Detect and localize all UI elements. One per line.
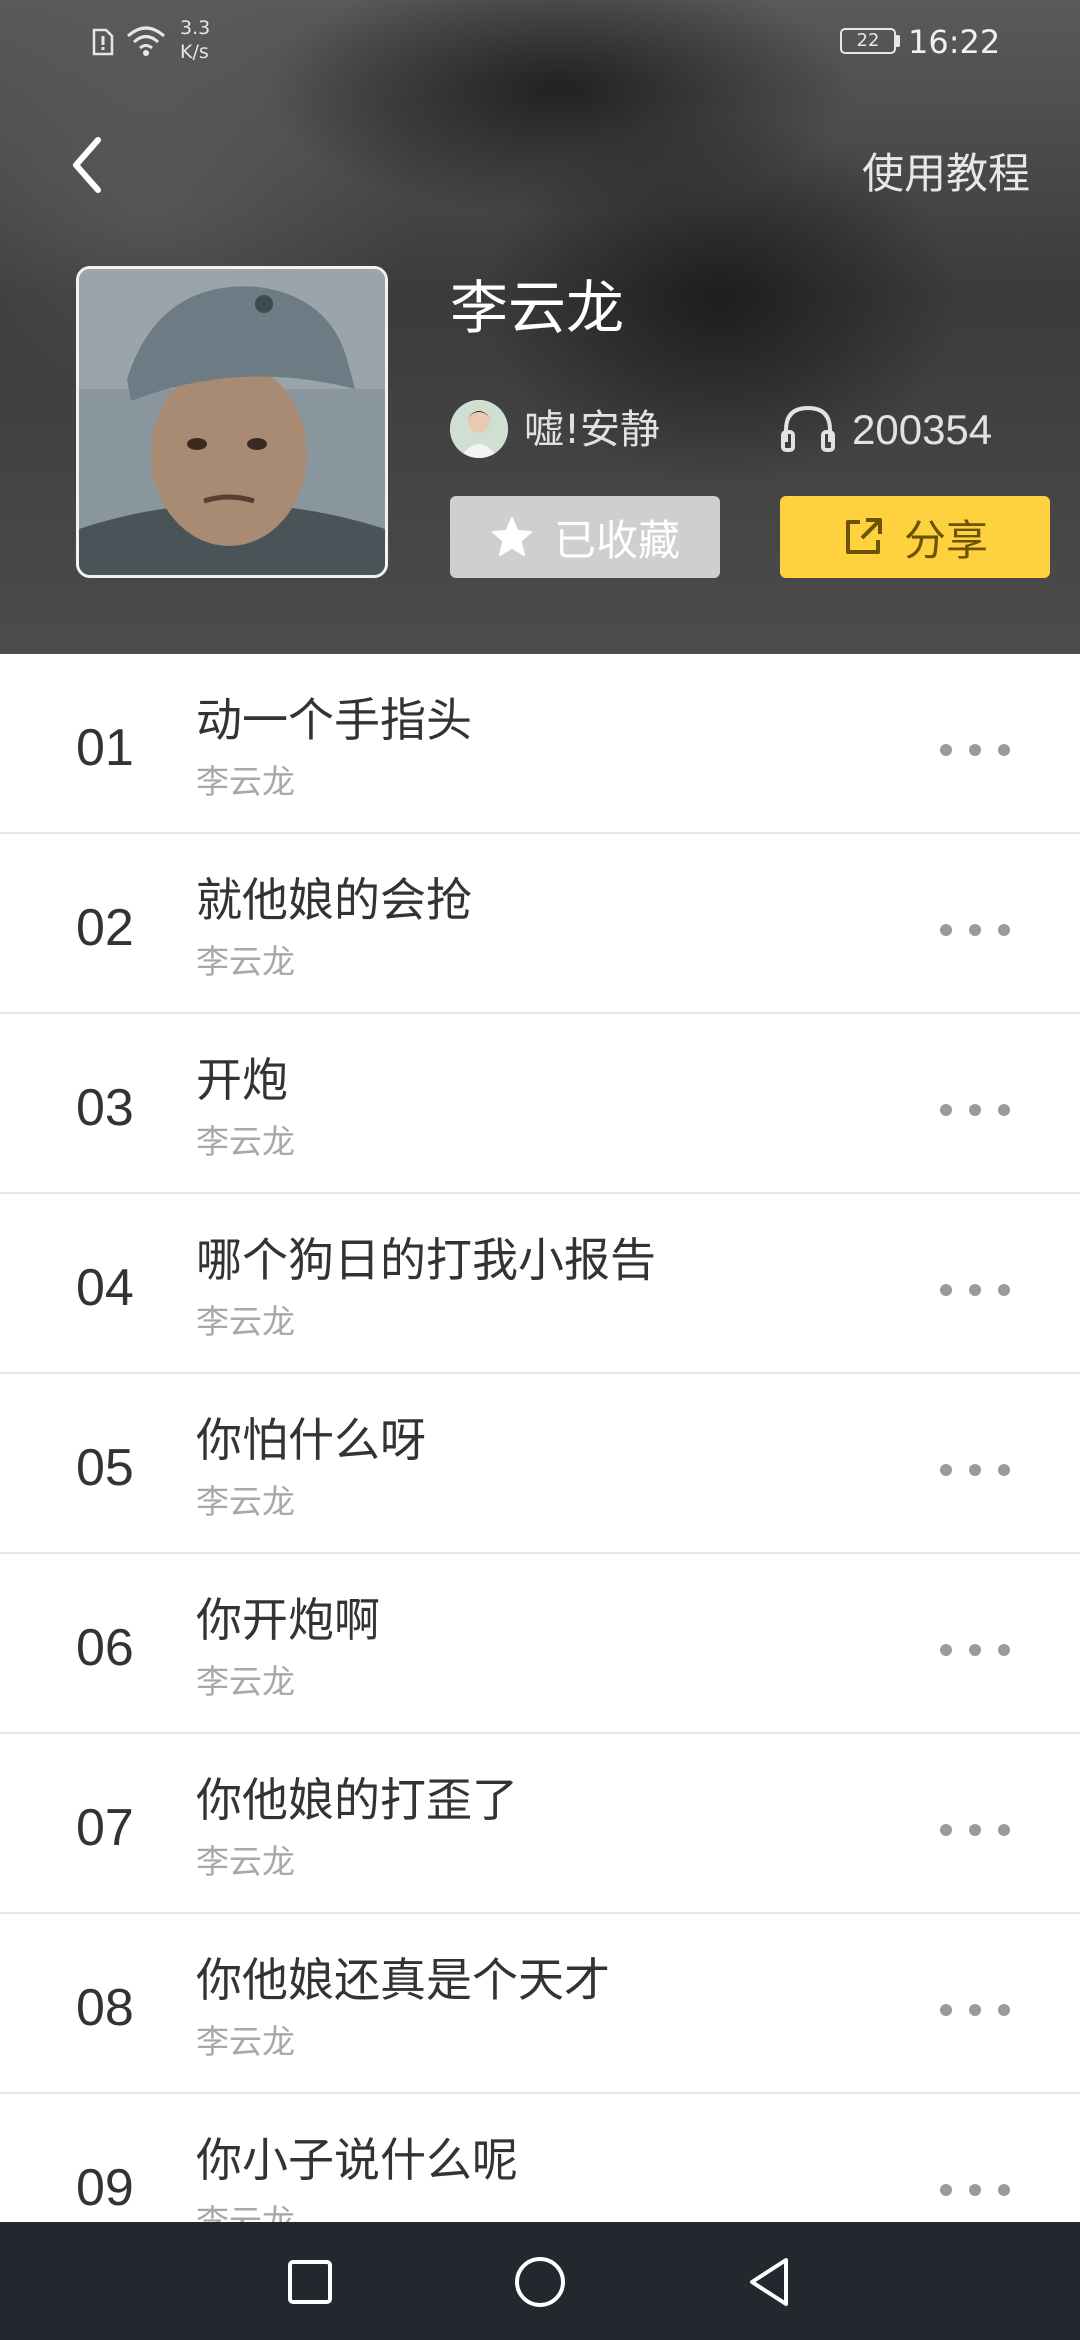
track-row[interactable]: 07 你他娘的打歪了 李云龙 xyxy=(0,1734,1080,1914)
track-row[interactable]: 02 就他娘的会抢 李云龙 xyxy=(0,834,1080,1014)
battery-cap xyxy=(896,35,900,47)
track-row[interactable]: 09 你小子说什么呢 李云龙 xyxy=(0,2094,1080,2222)
track-row[interactable]: 08 你他娘还真是个天才 李云龙 xyxy=(0,1914,1080,2094)
track-number: 04 xyxy=(76,1259,134,1317)
triangle-back-icon[interactable] xyxy=(740,2252,800,2312)
more-options-icon[interactable] xyxy=(940,730,1010,770)
track-artist: 李云龙 xyxy=(196,942,295,981)
track-title: 就他娘的会抢 xyxy=(196,873,472,927)
track-artist: 李云龙 xyxy=(196,2202,295,2222)
track-title: 你他娘还真是个天才 xyxy=(196,1953,610,2007)
wifi-icon xyxy=(127,26,165,56)
track-title: 你怕什么呀 xyxy=(196,1413,426,1467)
track-number: 01 xyxy=(76,719,134,777)
system-navigation-bar xyxy=(0,2222,1080,2340)
track-title: 你他娘的打歪了 xyxy=(196,1773,518,1827)
track-artist: 李云龙 xyxy=(196,762,295,801)
track-number: 08 xyxy=(76,1979,134,2037)
playlist-header: 3.3 K/s 22 16:22 使用教程 李云龙 嘘!安静 200354 已收… xyxy=(0,0,1080,654)
track-artist: 李云龙 xyxy=(196,1482,295,1521)
track-artist: 李云龙 xyxy=(196,1302,295,1341)
track-number: 06 xyxy=(76,1619,134,1677)
status-time: 16:22 xyxy=(908,23,1001,61)
track-title: 你小子说什么呢 xyxy=(196,2133,518,2187)
playlist-title: 李云龙 xyxy=(450,274,625,342)
track-artist: 李云龙 xyxy=(196,2022,295,2061)
share-button[interactable]: 分享 xyxy=(780,496,1050,578)
cover-portrait-illustration xyxy=(79,269,385,575)
track-number: 09 xyxy=(76,2159,134,2217)
author-avatar[interactable] xyxy=(450,400,508,458)
favorited-button[interactable]: 已收藏 xyxy=(450,496,720,578)
track-title: 动一个手指头 xyxy=(196,693,472,747)
track-row[interactable]: 04 哪个狗日的打我小报告 李云龙 xyxy=(0,1194,1080,1374)
track-artist: 李云龙 xyxy=(196,1122,295,1161)
more-options-icon[interactable] xyxy=(940,1270,1010,1310)
track-title: 哪个狗日的打我小报告 xyxy=(196,1233,656,1287)
track-row[interactable]: 05 你怕什么呀 李云龙 xyxy=(0,1374,1080,1554)
circle-home-icon[interactable] xyxy=(510,2252,570,2312)
avatar-illustration xyxy=(450,400,508,458)
network-speed-value: 3.3 xyxy=(180,17,211,39)
more-options-icon[interactable] xyxy=(940,1630,1010,1670)
more-options-icon[interactable] xyxy=(940,1810,1010,1850)
track-title: 开炮 xyxy=(196,1053,288,1107)
status-bar: 3.3 K/s 22 16:22 xyxy=(0,0,1080,84)
share-button-label: 分享 xyxy=(903,515,988,565)
track-title: 你开炮啊 xyxy=(196,1593,380,1647)
tutorial-link[interactable]: 使用教程 xyxy=(862,140,1030,201)
track-list: 01 动一个手指头 李云龙 02 就他娘的会抢 李云龙 03 开炮 李云龙 04… xyxy=(0,654,1080,2222)
square-recents-icon[interactable] xyxy=(280,2252,340,2312)
track-row[interactable]: 01 动一个手指头 李云龙 xyxy=(0,654,1080,834)
more-options-icon[interactable] xyxy=(940,1090,1010,1130)
sim-card-icon xyxy=(92,28,114,56)
playlist-cover-image xyxy=(76,266,388,578)
battery-indicator: 22 xyxy=(840,28,896,54)
favorited-button-label: 已收藏 xyxy=(553,515,680,565)
track-artist: 李云龙 xyxy=(196,1662,295,1701)
author-name[interactable]: 嘘!安静 xyxy=(524,402,660,458)
chevron-left-icon[interactable] xyxy=(60,130,116,200)
star-icon xyxy=(491,517,532,556)
track-number: 05 xyxy=(76,1439,134,1497)
track-artist: 李云龙 xyxy=(196,1842,295,1881)
more-options-icon[interactable] xyxy=(940,2170,1010,2210)
share-icon xyxy=(845,518,882,554)
play-count: 200354 xyxy=(852,406,993,453)
more-options-icon[interactable] xyxy=(940,1450,1010,1490)
track-number: 07 xyxy=(76,1799,134,1857)
track-number: 02 xyxy=(76,899,134,957)
track-row[interactable]: 03 开炮 李云龙 xyxy=(0,1014,1080,1194)
more-options-icon[interactable] xyxy=(940,910,1010,950)
network-speed-unit: K/s xyxy=(180,41,209,63)
headphones-icon xyxy=(781,405,835,452)
track-number: 03 xyxy=(76,1079,134,1137)
network-speed: 3.3 K/s xyxy=(180,16,210,64)
track-row[interactable]: 06 你开炮啊 李云龙 xyxy=(0,1554,1080,1734)
more-options-icon[interactable] xyxy=(940,1990,1010,2030)
